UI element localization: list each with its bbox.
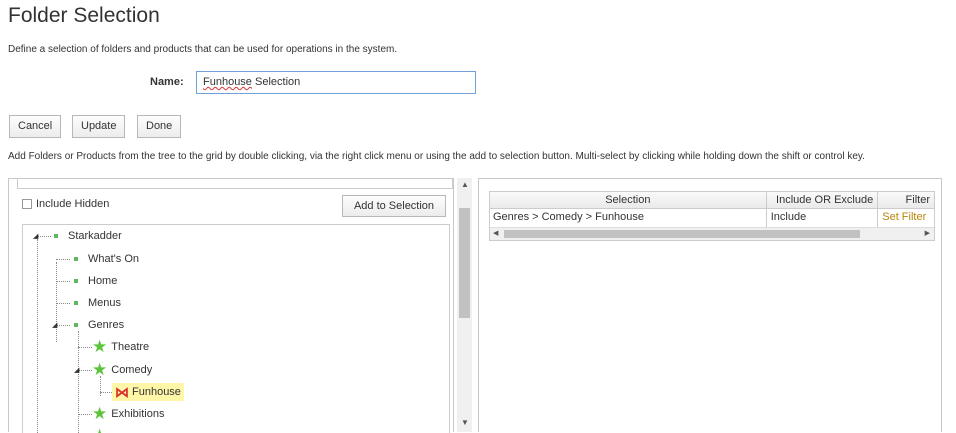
name-value-word2: Selection [251, 76, 301, 88]
checkbox-icon[interactable] [22, 199, 32, 209]
tree-node-label: What's On [88, 253, 140, 265]
page-description: Define a selection of folders and produc… [8, 44, 398, 55]
name-value-word1: Funhouse [203, 76, 252, 88]
tree-node-label: Menus [88, 297, 122, 309]
collapse-arrow-icon[interactable]: ◢ [33, 232, 38, 240]
tree-line [56, 325, 70, 326]
cell-selection: Genres > Comedy > Funhouse [490, 209, 767, 227]
tree-node-theatre[interactable]: ★ Theatre [92, 337, 150, 356]
scrollbar-thumb[interactable] [504, 230, 860, 238]
tree-node-genres[interactable]: Genres [74, 317, 124, 333]
collapse-arrow-icon[interactable]: ◢ [52, 321, 57, 329]
tree-node-funhouse[interactable]: ⋈ Funhouse [112, 383, 184, 401]
folder-tree[interactable]: ◢ ◢ ◢ Starkadder What's On Home Menus Ge… [22, 224, 450, 433]
folder-icon [74, 257, 78, 261]
tree-node-partial[interactable]: ★ [92, 427, 111, 433]
tree-line [78, 347, 92, 348]
scroll-down-icon[interactable]: ▼ [461, 418, 469, 427]
scrollbar-thumb[interactable] [459, 208, 470, 318]
tree-node-exhibitions[interactable]: ★ Exhibitions [92, 404, 165, 423]
tree-node-label: Theatre [111, 341, 150, 353]
add-to-selection-button[interactable]: Add to Selection [342, 195, 446, 217]
tree-node-label: Comedy [111, 364, 153, 376]
tree-node-root[interactable]: Starkadder [54, 228, 122, 244]
vertical-scrollbar[interactable]: ▲ ▼ [457, 178, 472, 432]
tree-node-comedy[interactable]: ★ Comedy [92, 360, 153, 379]
update-button[interactable]: Update [72, 115, 126, 138]
done-button[interactable]: Done [137, 115, 182, 138]
cell-include[interactable]: Include [767, 209, 879, 227]
page-title: Folder Selection [8, 4, 160, 27]
tree-line [56, 262, 57, 342]
tree-line [78, 370, 92, 371]
scroll-left-icon[interactable]: ◀ [493, 229, 498, 237]
include-hidden-label: Include Hidden [36, 198, 110, 210]
tree-node-home[interactable]: Home [74, 273, 117, 289]
star-icon: ★ [92, 360, 108, 379]
table-row[interactable]: Genres > Comedy > Funhouse Include Set F… [490, 209, 934, 228]
name-label: Name: [150, 76, 184, 88]
column-header-include[interactable]: Include OR Exclude [767, 192, 879, 208]
set-filter-link[interactable]: Set Filter [878, 209, 934, 227]
tree-node-label: Home [88, 275, 118, 287]
collapse-arrow-icon[interactable]: ◢ [74, 366, 79, 374]
tree-line [37, 236, 51, 237]
folder-icon [74, 301, 78, 305]
tree-line [100, 392, 112, 393]
star-icon: ★ [92, 337, 108, 356]
help-text: Add Folders or Products from the tree to… [8, 151, 865, 162]
tree-line [56, 303, 70, 304]
scroll-up-icon[interactable]: ▲ [461, 180, 469, 189]
tree-node-whats-on[interactable]: What's On [74, 251, 139, 267]
tree-node-label: Starkadder [68, 230, 122, 242]
folder-icon [54, 234, 58, 238]
column-header-filter[interactable]: Filter [878, 192, 934, 208]
tree-node-label: Genres [88, 319, 125, 331]
folder-icon [74, 323, 78, 327]
include-hidden-checkbox[interactable]: Include Hidden [22, 198, 109, 210]
tree-node-menus[interactable]: Menus [74, 295, 121, 311]
selection-grid: Selection Include OR Exclude Filter Genr… [489, 191, 935, 241]
star-icon: ★ [92, 427, 107, 433]
tree-line [56, 281, 70, 282]
tree-line [56, 259, 70, 260]
tree-line [78, 414, 92, 415]
tree-panel: Include Hidden Add to Selection ◢ ◢ ◢ St… [8, 178, 454, 433]
bowtie-icon: ⋈ [115, 384, 129, 400]
star-icon: ★ [92, 404, 108, 423]
horizontal-scrollbar[interactable]: ◀ ▶ [490, 228, 934, 240]
search-box[interactable] [17, 179, 453, 189]
folder-icon [74, 279, 78, 283]
name-input[interactable]: Funhouse Selection [196, 71, 476, 94]
selection-panel: Selection Include OR Exclude Filter Genr… [478, 178, 942, 432]
scroll-right-icon[interactable]: ▶ [925, 229, 930, 237]
column-header-selection[interactable]: Selection [490, 192, 767, 208]
tree-line [100, 376, 101, 396]
tree-node-label: Funhouse [132, 386, 181, 398]
grid-header: Selection Include OR Exclude Filter [490, 192, 934, 209]
tree-node-label: Exhibitions [111, 408, 165, 420]
tree-line [37, 239, 38, 433]
cancel-button[interactable]: Cancel [9, 115, 62, 138]
